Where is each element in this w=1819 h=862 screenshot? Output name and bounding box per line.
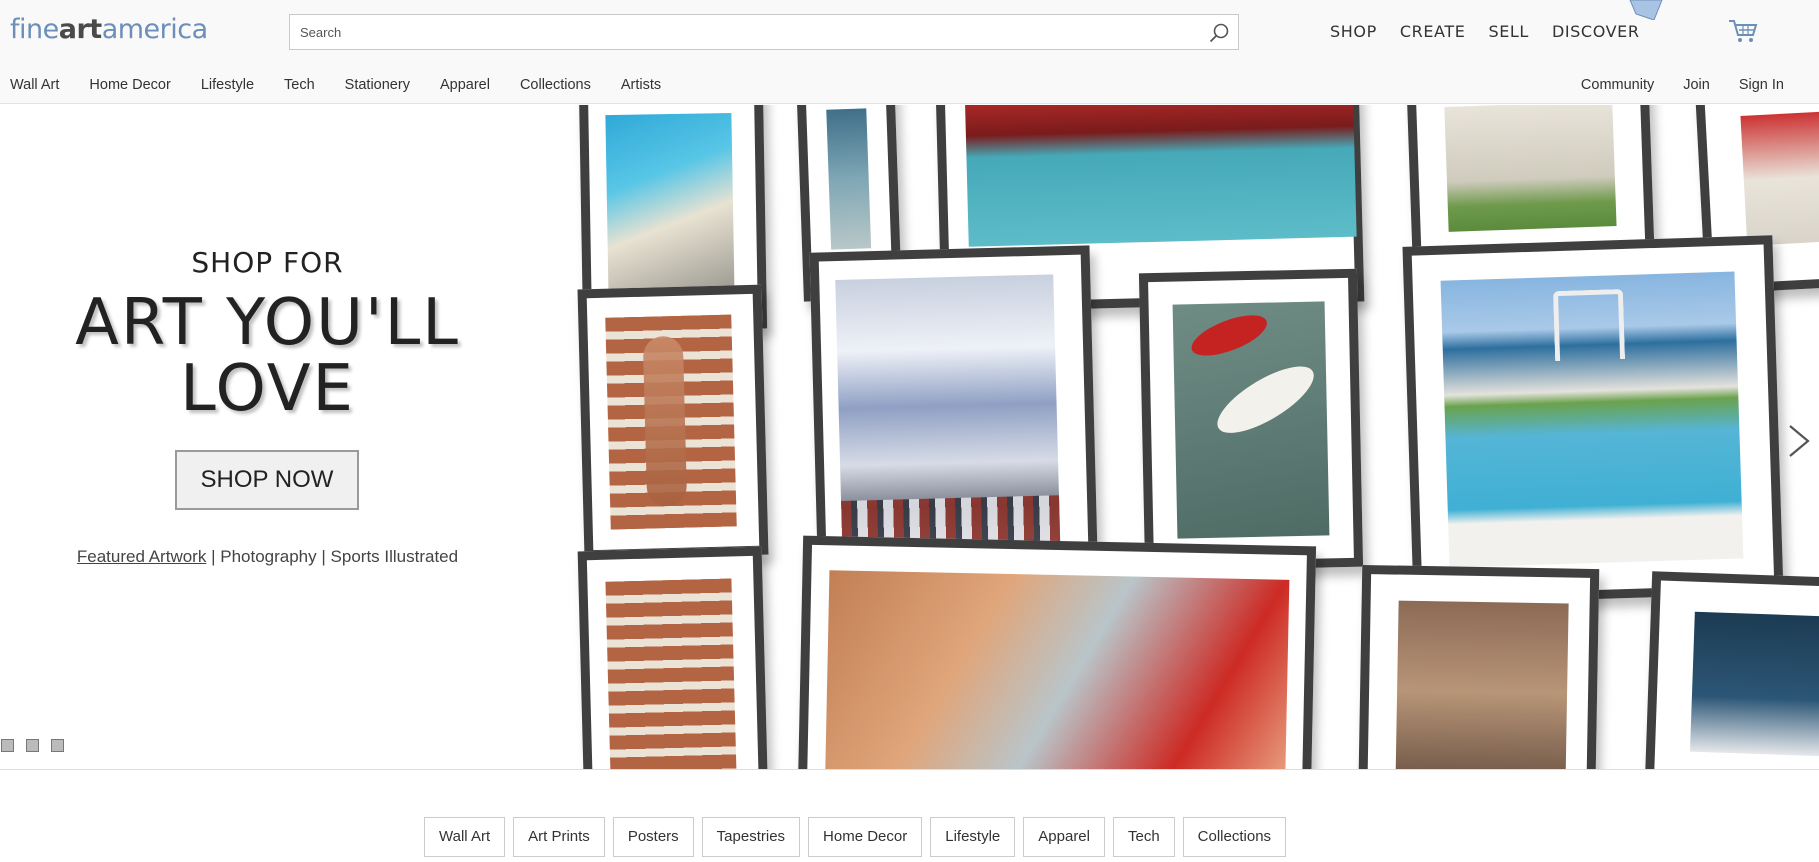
account-nav: Community Join Sign In	[1552, 77, 1784, 93]
subnav-stationery[interactable]: Stationery	[345, 77, 410, 93]
category-buttons: Wall Art Art Prints Posters Tapestries H…	[424, 817, 1287, 857]
fineartamerica-logo[interactable]: fineartamerica	[10, 14, 208, 45]
framed-artwork[interactable]	[1643, 571, 1819, 769]
featured-artwork-link[interactable]: Featured Artwork	[77, 547, 206, 566]
subnav-artists[interactable]: Artists	[621, 77, 661, 93]
chevron-right-icon[interactable]	[1786, 423, 1812, 459]
subnav-wall-art[interactable]: Wall Art	[10, 77, 59, 93]
hero-banner: SHOP FOR ART YOU'LL LOVE SHOP NOW Featur…	[0, 105, 1819, 770]
join-link[interactable]: Join	[1683, 77, 1710, 93]
hero-copy: SHOP FOR ART YOU'LL LOVE SHOP NOW Featur…	[0, 105, 535, 769]
category-apparel[interactable]: Apparel	[1023, 817, 1105, 857]
subnav-home-decor[interactable]: Home Decor	[89, 77, 170, 93]
carousel-dot[interactable]	[51, 739, 64, 752]
sign-in-link[interactable]: Sign In	[1739, 77, 1784, 93]
nav-sell[interactable]: SELL	[1488, 22, 1529, 41]
search-bar	[289, 14, 1239, 50]
search-input[interactable]	[290, 15, 1190, 49]
subnav-tech[interactable]: Tech	[284, 77, 315, 93]
search-icon[interactable]	[1208, 22, 1230, 44]
category-wall-art[interactable]: Wall Art	[424, 817, 506, 857]
framed-artwork[interactable]	[577, 284, 769, 560]
framed-artwork[interactable]	[1138, 268, 1364, 572]
carousel-dot[interactable]	[1, 739, 14, 752]
shop-now-button[interactable]: SHOP NOW	[175, 450, 359, 510]
photography-link[interactable]: Photography	[220, 547, 316, 566]
promo-flag-icon[interactable]	[1628, 0, 1664, 20]
hero-links: Featured Artwork | Photography | Sports …	[0, 547, 535, 567]
category-home-decor[interactable]: Home Decor	[808, 817, 923, 857]
category-nav: Wall Art Home Decor Lifestyle Tech Stati…	[10, 77, 691, 93]
category-posters[interactable]: Posters	[612, 817, 694, 857]
nav-shop[interactable]: SHOP	[1330, 22, 1377, 41]
subnav-apparel[interactable]: Apparel	[440, 77, 490, 93]
subnav-collections[interactable]: Collections	[520, 77, 591, 93]
nav-create[interactable]: CREATE	[1400, 22, 1466, 41]
carousel-indicators	[1, 739, 64, 752]
main-nav: SHOP CREATE SELL DISCOVER	[1330, 22, 1640, 41]
cart-icon[interactable]	[1728, 18, 1758, 44]
category-tech[interactable]: Tech	[1112, 817, 1175, 857]
community-link[interactable]: Community	[1581, 77, 1654, 93]
carousel-dot[interactable]	[26, 739, 39, 752]
site-header: fineartamerica SHOP CREATE SELL DISCOVER…	[0, 0, 1819, 104]
hero-headline: ART YOU'LL LOVE	[75, 286, 460, 426]
framed-artwork[interactable]	[1357, 564, 1600, 769]
framed-artwork[interactable]	[796, 535, 1317, 769]
sports-illustrated-link[interactable]: Sports Illustrated	[331, 547, 459, 566]
framed-artwork[interactable]	[577, 546, 769, 769]
nav-discover[interactable]: DISCOVER	[1552, 22, 1640, 41]
subnav-lifestyle[interactable]: Lifestyle	[201, 77, 254, 93]
separator: |	[321, 547, 326, 566]
hero-kicker: SHOP FOR	[191, 246, 344, 279]
category-collections[interactable]: Collections	[1182, 817, 1287, 857]
category-lifestyle[interactable]: Lifestyle	[930, 817, 1016, 857]
category-art-prints[interactable]: Art Prints	[513, 817, 605, 857]
framed-artwork[interactable]	[1402, 235, 1784, 605]
separator: |	[211, 547, 216, 566]
category-tapestries[interactable]: Tapestries	[701, 817, 801, 857]
